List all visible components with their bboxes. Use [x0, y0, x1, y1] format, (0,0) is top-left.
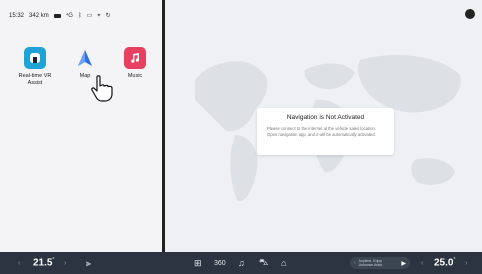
360-camera-icon[interactable]: 360 [214, 260, 226, 267]
navigation-not-activated-dialog: Navigation is Not Activated Please conne… [257, 108, 394, 155]
music-button[interactable]: ♫ [238, 252, 245, 274]
chevron-left-icon[interactable]: ‹ [18, 260, 20, 267]
home-icon[interactable]: ⌂ [281, 258, 286, 268]
dialog-title: Navigation is Not Activated [286, 114, 365, 121]
media-info: Anytime, Enjoy Unknown Artist [359, 259, 399, 267]
map-area[interactable]: Navigation is Not Activated Please conne… [165, 0, 482, 252]
app-label: Real-time VR Assist [18, 73, 52, 86]
hand-pointer-icon [91, 75, 113, 102]
sync-icon: ↻ [105, 13, 111, 19]
left-temp-value: 21.5 [33, 257, 53, 269]
right-temp-value: 25.0 [434, 257, 454, 269]
app-grid: Real-time VR Assist Map Music [10, 47, 160, 86]
apps-grid-icon[interactable]: ⊞ [194, 258, 202, 269]
car-icon[interactable]: ⛍ [259, 257, 268, 269]
left-temperature[interactable]: 21.5° [33, 252, 54, 274]
right-temp-decrease[interactable]: ‹ [421, 252, 423, 274]
camera-360-button[interactable]: 360 [214, 252, 226, 274]
chevron-left-icon[interactable]: ‹ [421, 260, 423, 267]
apps-button[interactable]: ⊞ [194, 252, 202, 274]
music-icon[interactable]: ♫ [238, 258, 245, 268]
music-note-icon[interactable] [124, 47, 146, 69]
signal-icon: ⁴G [65, 13, 73, 19]
media-artist: Unknown Artist [358, 263, 383, 267]
media-player-widget[interactable]: ‹ Anytime, Enjoy Unknown Artist ▶ [350, 257, 410, 269]
car-button[interactable]: ⛍ [259, 252, 268, 274]
camera-icon: ▭ [86, 13, 93, 19]
previous-track-icon[interactable]: ‹ [354, 260, 356, 266]
status-bar: 15:32 342 km ⁴G ᛒ ▭ ⌖ ↻ [9, 10, 111, 22]
fan-volume-button[interactable]: ⫸ [86, 252, 91, 274]
fan-volume-icon[interactable]: ⫸ [86, 258, 91, 269]
location-icon: ⌖ [97, 13, 101, 19]
chevron-right-icon[interactable]: › [465, 260, 467, 267]
left-panel: 15:32 342 km ⁴G ᛒ ▭ ⌖ ↻ Real-time VR Ass… [0, 0, 162, 252]
profile-icon[interactable] [465, 9, 475, 19]
chevron-right-icon[interactable]: › [64, 260, 66, 267]
app-label: Music [127, 73, 143, 79]
status-time: 15:32 [9, 13, 25, 19]
status-range: 342 km [29, 13, 49, 19]
app-real-time-vr-assist[interactable]: Real-time VR Assist [10, 47, 60, 86]
battery-icon [53, 14, 61, 18]
home-button[interactable]: ⌂ [281, 252, 286, 274]
right-temperature[interactable]: 25.0° [434, 252, 455, 274]
right-temp-unit: ° [453, 257, 456, 264]
dialog-body: Please connect to the internet at the ve… [267, 126, 376, 137]
vr-assist-icon[interactable] [24, 47, 46, 69]
left-temp-decrease[interactable]: ‹ [18, 252, 20, 274]
bottom-bar: ‹ 21.5° › ⫸ ⊞ 360 ♫ ⛍ ⌂ ‹ Anytime, Enjoy… [0, 252, 482, 274]
play-icon[interactable]: ▶ [401, 260, 406, 267]
bluetooth-icon: ᛒ [77, 13, 82, 19]
map-arrow-icon[interactable] [74, 47, 96, 69]
right-temp-increase[interactable]: › [465, 252, 467, 274]
left-temp-increase[interactable]: › [64, 252, 66, 274]
left-temp-unit: ° [52, 257, 55, 264]
